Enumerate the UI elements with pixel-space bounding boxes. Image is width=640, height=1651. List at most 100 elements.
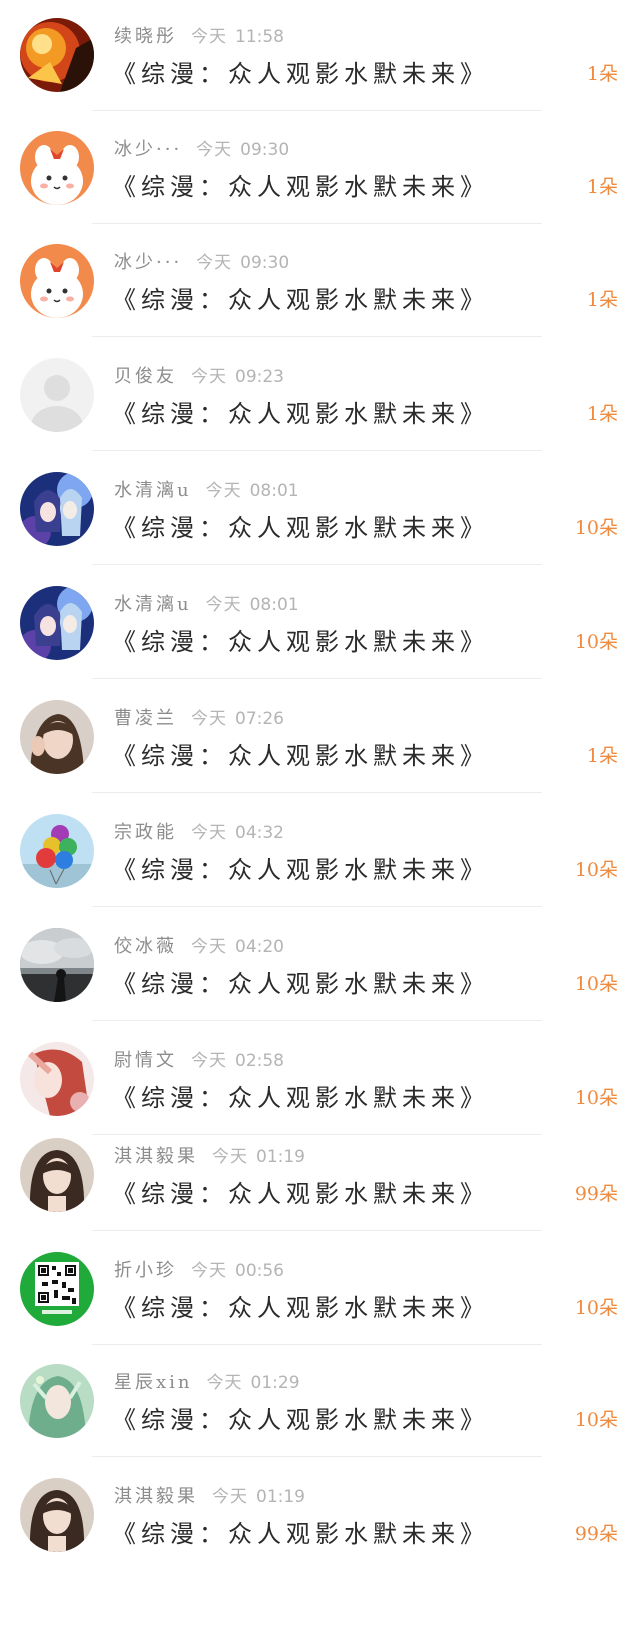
user-name[interactable]: 冰少··· (114, 139, 182, 160)
red-hair-girl-avatar (20, 1042, 94, 1116)
user-name[interactable]: 水清漓u (114, 594, 192, 615)
record-clock: 11:58 (235, 27, 284, 47)
gift-count: 1朵 (586, 745, 618, 767)
user-name[interactable]: 星辰xin (114, 1372, 193, 1393)
cloudy-landscape-avatar (20, 928, 94, 1002)
user-avatar[interactable] (20, 1364, 94, 1438)
book-title[interactable]: 《综漫：众人观影水默未来》 (112, 740, 489, 772)
record-day: 今天 (212, 1487, 248, 1507)
user-name[interactable]: 折小珍 (114, 1260, 177, 1281)
user-avatar[interactable] (20, 586, 94, 660)
gift-record-row[interactable]: 宗政能 今天 04:32 《综漫：众人观影水默未来》 10朵 (0, 796, 640, 916)
default-user-avatar (20, 358, 94, 432)
book-title[interactable]: 《综漫：众人观影水默未来》 (112, 512, 489, 544)
gift-record-row[interactable]: 冰少··· 今天 09:30 《综漫：众人观影水默未来》 1朵 (0, 226, 640, 346)
book-title[interactable]: 《综漫：众人观影水默未来》 (112, 1178, 489, 1210)
row-divider (92, 110, 542, 111)
user-name[interactable]: 淇淇毅果 (114, 1146, 198, 1167)
record-day: 今天 (205, 481, 242, 501)
record-clock: 07:26 (235, 709, 284, 729)
qr-code-avatar (20, 1252, 94, 1326)
gift-record-row[interactable]: 水清漓u 今天 08:01 《综漫：众人观影水默未来》 10朵 (0, 568, 640, 688)
book-title[interactable]: 《综漫：众人观影水默未来》 (112, 398, 489, 430)
record-time: 今天 01:19 (212, 1487, 305, 1507)
record-meta: 星辰xin 今天 01:29 (114, 1370, 300, 1396)
book-title[interactable]: 《综漫：众人观影水默未来》 (112, 854, 489, 886)
user-avatar[interactable] (20, 131, 94, 205)
balloons-avatar (20, 814, 94, 888)
user-name[interactable]: 宗政能 (114, 822, 177, 843)
gift-record-row[interactable]: 佼冰薇 今天 04:20 《综漫：众人观影水默未来》 10朵 (0, 910, 640, 1030)
record-clock: 09:30 (240, 253, 290, 273)
gift-count: 10朵 (574, 517, 618, 539)
user-avatar[interactable] (20, 1478, 94, 1552)
book-title[interactable]: 《综漫：众人观影水默未来》 (112, 1292, 489, 1324)
book-title[interactable]: 《综漫：众人观影水默未来》 (112, 1518, 489, 1550)
user-avatar[interactable] (20, 244, 94, 318)
user-avatar[interactable] (20, 1042, 94, 1116)
user-avatar[interactable] (20, 814, 94, 888)
record-time: 今天 04:32 (191, 823, 284, 843)
user-name[interactable]: 淇淇毅果 (114, 1486, 198, 1507)
book-title[interactable]: 《综漫：众人观影水默未来》 (112, 284, 489, 316)
book-title[interactable]: 《综漫：众人观影水默未来》 (112, 171, 489, 203)
user-avatar[interactable] (20, 1252, 94, 1326)
user-name[interactable]: 冰少··· (114, 252, 182, 273)
book-title[interactable]: 《综漫：众人观影水默未来》 (112, 1082, 489, 1114)
cartoon-bunny-avatar (20, 244, 94, 318)
record-day: 今天 (206, 1373, 243, 1393)
gift-record-row[interactable]: 淇淇毅果 今天 01:19 《综漫：众人观影水默未来》 99朵 (0, 1460, 640, 1580)
record-day: 今天 (191, 937, 227, 957)
row-divider (92, 1020, 542, 1021)
book-title[interactable]: 《综漫：众人观影水默未来》 (112, 626, 489, 658)
record-day: 今天 (191, 1261, 227, 1281)
gift-record-row[interactable]: 曹凌兰 今天 07:26 《综漫：众人观影水默未来》 1朵 (0, 682, 640, 802)
row-divider (92, 564, 542, 565)
record-meta: 淇淇毅果 今天 01:19 (114, 1484, 305, 1510)
gift-count: 10朵 (574, 1409, 618, 1431)
gift-count: 10朵 (574, 859, 618, 881)
gift-record-row[interactable]: 贝俊友 今天 09:23 《综漫：众人观影水默未来》 1朵 (0, 340, 640, 460)
book-title[interactable]: 《综漫：众人观影水默未来》 (112, 968, 489, 1000)
row-divider (92, 906, 542, 907)
user-name[interactable]: 贝俊友 (114, 366, 177, 387)
gift-record-row[interactable]: 续晓彤 今天 11:58 《综漫：众人观影水默未来》 1朵 (0, 0, 640, 120)
user-avatar[interactable] (20, 472, 94, 546)
record-time: 今天 07:26 (191, 709, 284, 729)
gift-count: 99朵 (574, 1523, 618, 1545)
user-name[interactable]: 尉情文 (114, 1050, 177, 1071)
row-divider (92, 1456, 542, 1457)
user-name[interactable]: 续晓彤 (114, 26, 177, 47)
record-day: 今天 (191, 709, 227, 729)
user-avatar[interactable] (20, 18, 94, 92)
user-name[interactable]: 水清漓u (114, 480, 192, 501)
record-day: 今天 (191, 367, 227, 387)
book-title[interactable]: 《综漫：众人观影水默未来》 (112, 58, 489, 90)
gift-record-row[interactable]: 冰少··· 今天 09:30 《综漫：众人观影水默未来》 1朵 (0, 113, 640, 233)
row-divider (92, 1230, 542, 1231)
user-name[interactable]: 曹凌兰 (114, 708, 177, 729)
record-day: 今天 (205, 595, 242, 615)
record-meta: 续晓彤 今天 11:58 (114, 24, 284, 50)
user-avatar[interactable] (20, 928, 94, 1002)
record-time: 今天 01:29 (207, 1373, 300, 1393)
user-avatar[interactable] (20, 1138, 94, 1212)
record-day: 今天 (191, 1051, 227, 1071)
record-clock: 02:58 (235, 1051, 284, 1071)
record-time: 今天 01:19 (212, 1147, 305, 1167)
gift-record-row[interactable]: 淇淇毅果 今天 01:19 《综漫：众人观影水默未来》 99朵 (0, 1120, 640, 1240)
row-divider (92, 792, 542, 793)
record-time: 今天 08:01 (206, 595, 299, 615)
user-name[interactable]: 佼冰薇 (114, 936, 177, 957)
gift-record-row[interactable]: 星辰xin 今天 01:29 《综漫：众人观影水默未来》 10朵 (0, 1346, 640, 1466)
gift-record-row[interactable]: 水清漓u 今天 08:01 《综漫：众人观影水默未来》 10朵 (0, 454, 640, 574)
gift-record-row[interactable]: 折小珍 今天 00:56 《综漫：众人观影水默未来》 10朵 (0, 1234, 640, 1354)
user-avatar[interactable] (20, 700, 94, 774)
user-avatar[interactable] (20, 358, 94, 432)
book-title[interactable]: 《综漫：众人观影水默未来》 (112, 1404, 489, 1436)
record-time: 今天 09:30 (196, 140, 289, 160)
record-clock: 08:01 (249, 481, 299, 501)
gift-count: 1朵 (586, 176, 618, 198)
row-divider (92, 450, 542, 451)
dark-hair-girl-avatar (20, 1478, 94, 1552)
